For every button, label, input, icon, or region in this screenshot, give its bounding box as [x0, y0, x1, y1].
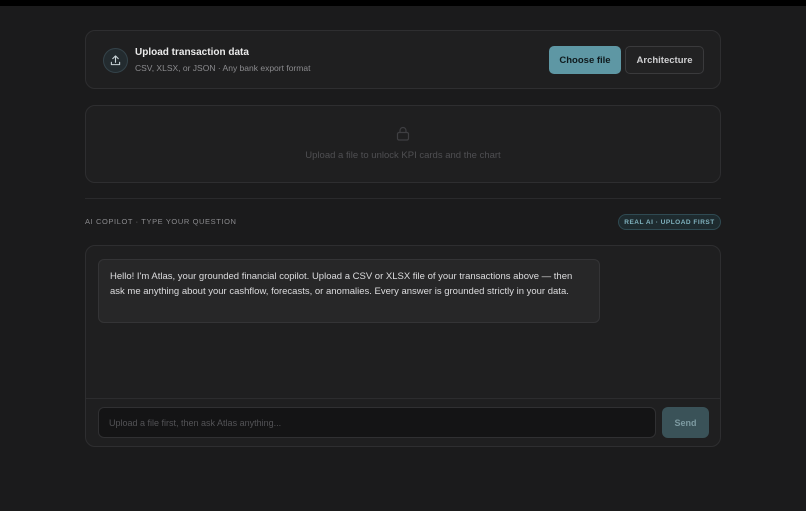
architecture-button[interactable]: Architecture	[625, 46, 704, 74]
upload-subtitle: CSV, XLSX, or JSON · Any bank export for…	[135, 63, 311, 73]
status-badge: REAL AI · UPLOAD FIRST	[618, 214, 721, 230]
lock-icon	[396, 126, 410, 146]
copilot-section-label: AI COPILOT · TYPE YOUR QUESTION	[85, 217, 237, 226]
chat-divider	[86, 398, 720, 399]
upload-title: Upload transaction data	[135, 47, 249, 58]
upload-card: Upload transaction data CSV, XLSX, or JS…	[85, 30, 721, 89]
top-bar	[0, 0, 806, 6]
send-button[interactable]: Send	[662, 407, 709, 438]
chat-input[interactable]	[98, 407, 656, 438]
assistant-message: Hello! I'm Atlas, your grounded financia…	[98, 259, 600, 323]
section-divider	[85, 198, 721, 199]
choose-file-button[interactable]: Choose file	[549, 46, 621, 74]
chat-panel: Hello! I'm Atlas, your grounded financia…	[85, 245, 721, 447]
kpi-placeholder-text: Upload a file to unlock KPI cards and th…	[305, 150, 501, 161]
upload-icon	[103, 48, 128, 73]
kpi-placeholder-card: Upload a file to unlock KPI cards and th…	[85, 105, 721, 183]
